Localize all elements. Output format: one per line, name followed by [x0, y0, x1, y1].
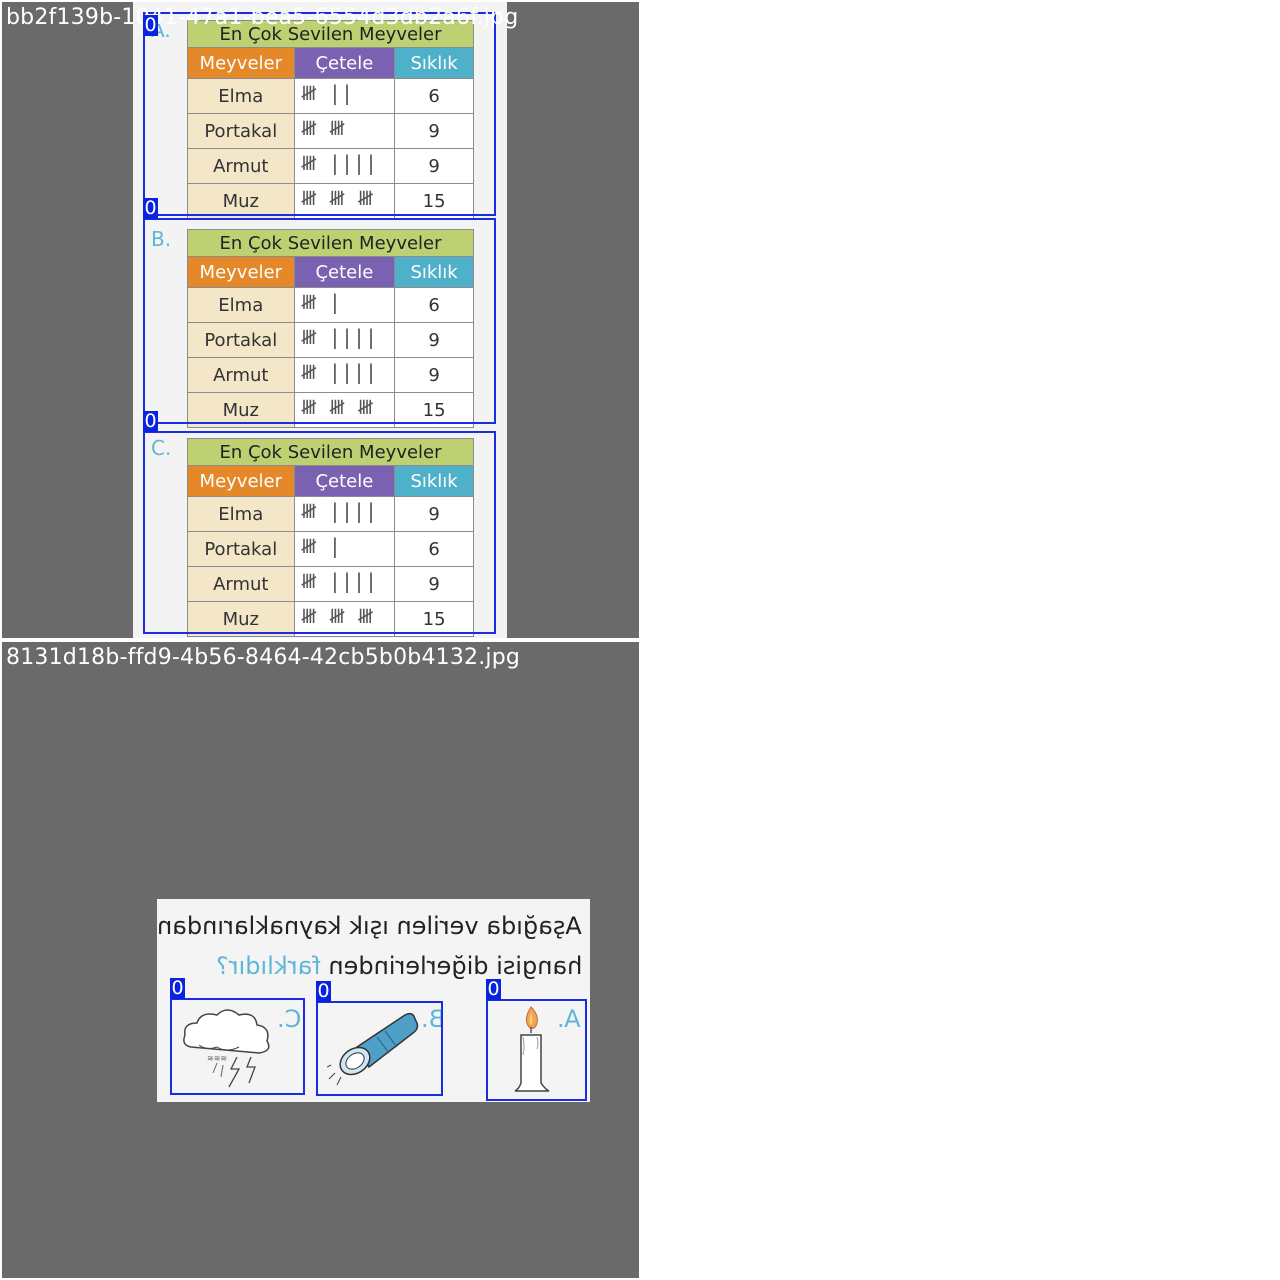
- image-panel-top: A. En Çok Sevilen Meyveler Meyveler Çete…: [2, 2, 639, 638]
- detection-label: 0: [143, 14, 158, 36]
- question-line-1: Aşağıda verilen ışık kaynaklarından: [157, 912, 582, 940]
- detection-box: [316, 1001, 443, 1096]
- detection-label: 0: [143, 410, 158, 432]
- image-filename: bb2f139b-1041-47a1-bea5-6554d3db2a6f.jpg: [6, 5, 519, 30]
- detection-label: 0: [143, 197, 158, 219]
- image-panel-bottom: 8131d18b-ffd9-4b56-8464-42cb5b0b4132.jpg…: [2, 642, 639, 1278]
- image-filename: 8131d18b-ffd9-4b56-8464-42cb5b0b4132.jpg: [6, 645, 521, 670]
- question-line-2: hangisi diğerlerinden farklıdır?: [216, 952, 582, 980]
- question-line-2-accent: farklıdır?: [215, 952, 321, 980]
- question-line-2-main: hangisi diğerlerinden: [320, 952, 582, 980]
- detection-label: 0: [316, 980, 331, 1002]
- detection-box: [486, 999, 587, 1101]
- detection-box: [170, 998, 305, 1095]
- detection-label: 0: [486, 978, 501, 1000]
- detection-label: 0: [170, 977, 185, 999]
- detection-box: [143, 218, 496, 424]
- detection-box: [143, 12, 496, 216]
- detection-box: [143, 431, 496, 634]
